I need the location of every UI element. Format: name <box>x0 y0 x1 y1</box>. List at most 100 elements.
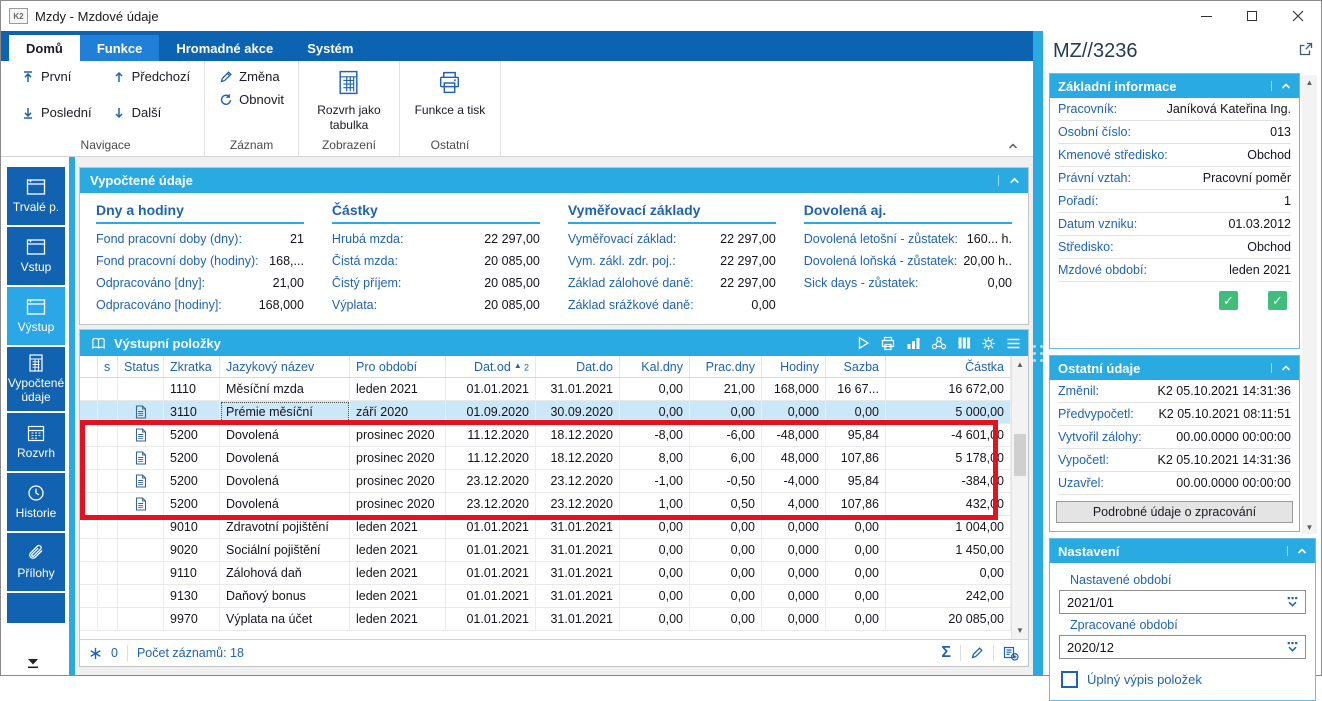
refresh-button[interactable]: Obnovit <box>215 90 288 109</box>
scroll-up-icon[interactable]: ▲ <box>1302 75 1317 89</box>
sum-icon[interactable]: Σ <box>941 644 951 662</box>
book-icon <box>90 336 107 351</box>
column-header-kal-dny[interactable]: Kal.dny <box>620 356 690 377</box>
full-listing-checkbox[interactable] <box>1061 671 1078 688</box>
double-down-icon <box>24 657 42 670</box>
sidebar-item-vystup[interactable]: Výstup <box>7 287 65 345</box>
window-title: Mzdy - Mzdové údaje <box>35 9 1183 24</box>
table-row[interactable]: 9010 Zdravotní pojištění leden 2021 01.0… <box>80 516 1011 539</box>
sidebar-item-vstup[interactable]: Vstup <box>7 227 65 285</box>
detail-scrollbar[interactable]: ▲ ▼ <box>1302 75 1317 534</box>
column-header-jazykovy-nazev[interactable]: Jazykový název <box>220 356 350 377</box>
ribbon-collapse-button[interactable] <box>1007 141 1019 151</box>
computed-collapse-button[interactable] <box>998 175 1021 186</box>
column-header-dat-od[interactable]: Dat.od ▲ 2 <box>446 356 536 377</box>
settings-title: Nastavení <box>1058 544 1119 559</box>
column-header-status[interactable]: Status <box>118 356 164 377</box>
add-document-icon[interactable] <box>1003 646 1019 661</box>
column-header-dat-do[interactable]: Dat.do <box>536 356 620 377</box>
dropdown-icon[interactable] <box>1285 595 1300 609</box>
tab-hromadne-akce[interactable]: Hromadné akce <box>159 35 290 61</box>
set-period-input[interactable]: 2021/01 <box>1059 590 1306 614</box>
first-button[interactable]: První <box>17 67 96 86</box>
minimize-button[interactable] <box>1183 1 1229 31</box>
tab-funkce[interactable]: Funkce <box>80 35 160 61</box>
scroll-up-icon[interactable]: ▲ <box>1012 357 1028 372</box>
panel-splitter[interactable] <box>1033 31 1043 675</box>
first-record-icon <box>21 70 35 84</box>
sidebar-expand-button[interactable] <box>24 657 42 670</box>
close-button[interactable] <box>1275 1 1321 31</box>
table-scrollbar[interactable]: ▲ ▼ <box>1011 356 1028 639</box>
column-header-prac-dny[interactable]: Prac.dny <box>690 356 762 377</box>
previous-button[interactable]: Předchozí <box>108 67 195 86</box>
sidebar-item-prilohy[interactable]: Přílohy <box>7 533 65 591</box>
sidebar-item-vypoctene-udaje[interactable]: Vypočtené údaje <box>7 347 65 411</box>
change-button[interactable]: Změna <box>215 67 283 86</box>
sidebar-item-trvale-p[interactable]: Trvalé p. <box>7 167 65 225</box>
column-header-sazba[interactable]: Sazba <box>826 356 886 377</box>
section-vymerovaci-zaklady: Vyměřovací základy Vyměřovací základ:22 … <box>568 200 776 316</box>
processing-details-button[interactable]: Podrobné údaje o zpracování <box>1056 501 1293 523</box>
other-info-collapse-button[interactable] <box>1271 363 1292 373</box>
columns-icon[interactable] <box>957 336 971 350</box>
schedule-as-table-button[interactable]: Rozvrh jako tabulka <box>309 67 389 132</box>
clock-icon <box>26 483 46 503</box>
table-row[interactable]: 9020 Sociální pojištění leden 2021 01.01… <box>80 539 1011 562</box>
column-header-s[interactable]: s <box>98 356 118 377</box>
functions-print-button[interactable]: Funkce a tisk <box>410 67 490 118</box>
edit-pencil-icon[interactable] <box>970 646 984 660</box>
arrow-up-icon <box>112 70 126 84</box>
scrollbar-thumb[interactable] <box>1014 434 1026 476</box>
maximize-button[interactable] <box>1229 1 1275 31</box>
scroll-down-icon[interactable]: ▼ <box>1302 520 1317 534</box>
column-header[interactable] <box>80 356 98 377</box>
run-icon[interactable] <box>857 336 870 350</box>
dropdown-icon[interactable] <box>1285 640 1300 654</box>
record-count: Počet záznamů: 18 <box>137 646 244 660</box>
print-icon[interactable] <box>880 336 896 351</box>
table-row[interactable]: 9970 Výplata na účet leden 2021 01.01.20… <box>80 608 1011 631</box>
table-row[interactable]: 9110 Zálohová daň leden 2021 01.01.2021 … <box>80 562 1011 585</box>
sidebar-item-rozvrh[interactable]: Rozvrh <box>7 413 65 471</box>
menu-icon[interactable] <box>1006 337 1021 350</box>
table-row[interactable]: 1110 Měsíční mzda leden 2021 01.01.2021 … <box>80 378 1011 401</box>
sidebar-item-historie[interactable]: Historie <box>7 473 65 531</box>
settings-gear-icon[interactable] <box>981 336 996 351</box>
check-flag[interactable]: ✓ <box>1219 291 1238 310</box>
section-dny-a-hodiny: Dny a hodiny Fond pracovní doby (dny):21… <box>96 200 304 316</box>
record-id: MZ//3236 <box>1053 40 1298 63</box>
open-in-window-icon[interactable] <box>1298 40 1313 57</box>
workflow-icon[interactable] <box>931 336 947 351</box>
chart-icon[interactable] <box>906 336 921 350</box>
last-button[interactable]: Poslední <box>17 103 96 122</box>
table-row[interactable]: 9130 Daňový bonus leden 2021 01.01.2021 … <box>80 585 1011 608</box>
table-title: Výstupní položky <box>114 336 221 351</box>
scroll-down-icon[interactable]: ▼ <box>1012 623 1028 638</box>
table-row[interactable]: 5200 Dovolená prosinec 2020 23.12.2020 2… <box>80 493 1011 516</box>
next-button[interactable]: Další <box>108 103 195 122</box>
column-header-zkratka[interactable]: Zkratka <box>164 356 220 377</box>
column-header-pro-obdobi[interactable]: Pro období <box>350 356 446 377</box>
chevron-up-icon <box>1007 141 1019 151</box>
column-header-hodiny[interactable]: Hodiny <box>762 356 826 377</box>
tab-system[interactable]: Systém <box>290 35 370 61</box>
check-flag[interactable]: ✓ <box>1268 291 1287 310</box>
chevron-up-icon <box>1280 363 1292 373</box>
processed-period-input[interactable]: 2020/12 <box>1059 635 1306 659</box>
basic-info-collapse-button[interactable] <box>1271 81 1292 91</box>
settings-collapse-button[interactable] <box>1287 546 1308 556</box>
k2-logo-icon: K2 <box>9 8 28 24</box>
table-row[interactable]: 3110 Prémie měsíční září 2020 01.09.2020… <box>80 401 1011 424</box>
table-row[interactable]: 5200 Dovolená prosinec 2020 11.12.2020 1… <box>80 447 1011 470</box>
document-icon <box>135 497 147 511</box>
table-footer: 0 Počet záznamů: 18 Σ <box>80 639 1028 666</box>
sidebar-filler <box>7 593 65 623</box>
column-header-castka[interactable]: Částka <box>886 356 1011 377</box>
table-row[interactable]: 5200 Dovolená prosinec 2020 11.12.2020 1… <box>80 424 1011 447</box>
other-info-section: Ostatní údaje Změnil:K2 05.10.2021 14:31… <box>1049 355 1300 532</box>
detail-panel: MZ//3236 Základní informace Pracovník:Ja… <box>1043 31 1321 675</box>
table-row[interactable]: 5200 Dovolená prosinec 2020 23.12.2020 2… <box>80 470 1011 493</box>
tab-domu[interactable]: Domů <box>9 35 80 61</box>
tray-icon <box>25 297 47 317</box>
